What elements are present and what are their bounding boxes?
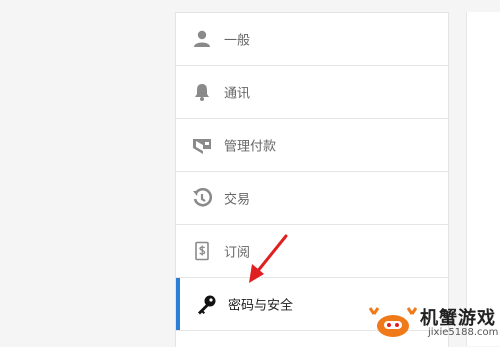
- red-arrow-annotation: [249, 234, 288, 283]
- crab-logo-icon: [368, 307, 418, 337]
- watermark-site: jixie5188.com: [428, 327, 499, 338]
- watermark: 机蟹游戏 jixie5188.com: [364, 300, 498, 344]
